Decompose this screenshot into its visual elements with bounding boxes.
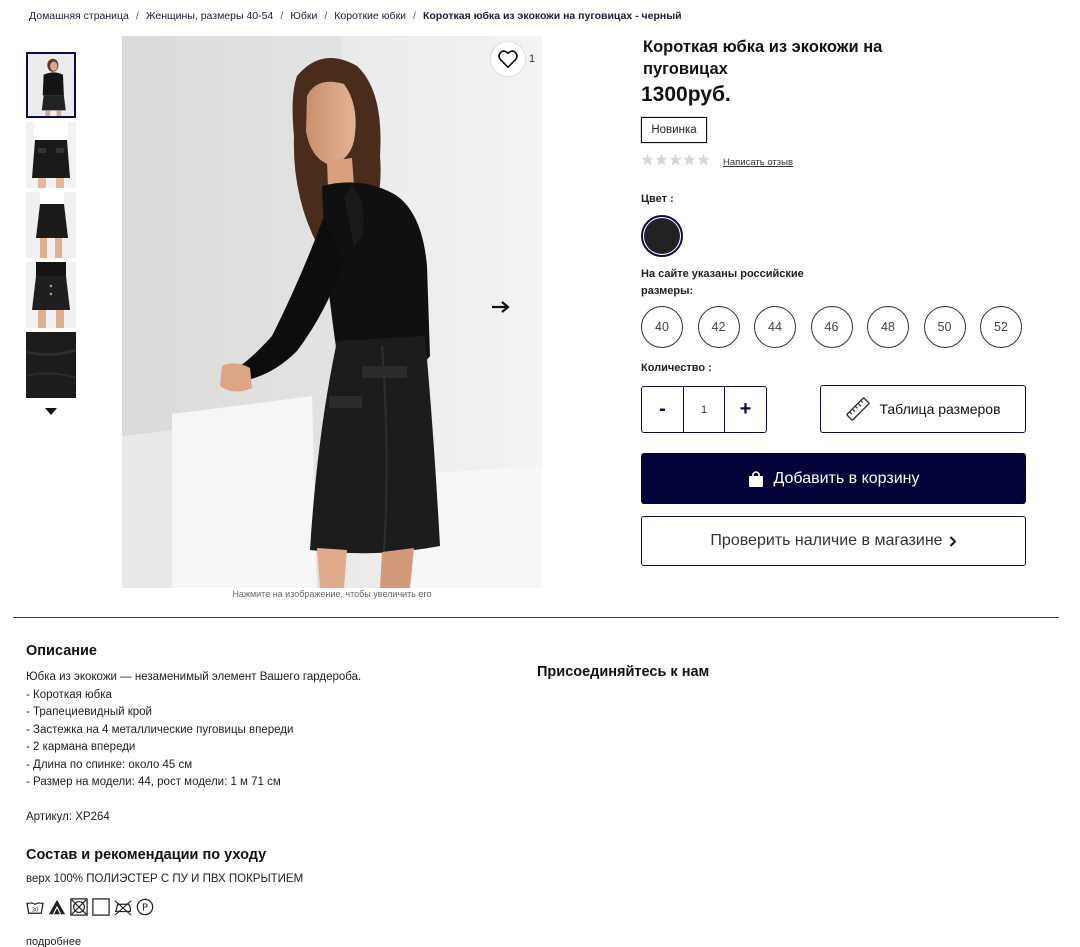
star-icon: [655, 153, 668, 166]
size-option[interactable]: 52: [980, 306, 1022, 348]
care-icons: 30 P: [26, 898, 154, 916]
star-icon: [697, 153, 710, 166]
description-heading: Описание: [26, 643, 97, 659]
check-store-button[interactable]: Проверить наличие в магазине: [641, 516, 1026, 566]
product-main-image[interactable]: [122, 36, 542, 588]
new-badge: Новинка: [641, 117, 707, 143]
bleach-icon: [48, 899, 66, 915]
size-option[interactable]: 40: [641, 306, 683, 348]
thumbnails-down-icon[interactable]: [45, 408, 57, 416]
svg-text:P: P: [142, 903, 148, 914]
chevron-right-icon: [949, 535, 956, 547]
breadcrumb-current: Короткая юбка из экокожи на пуговицах - …: [422, 10, 682, 22]
write-review-link[interactable]: Написать отзыв: [723, 157, 793, 168]
thumbnail-5[interactable]: [26, 332, 76, 398]
description-line: - Трапециевидный крой: [26, 706, 152, 718]
description-body: Юбка из экокожи — незаменимый элемент Ва…: [26, 669, 486, 827]
dry-clean-p-icon: P: [136, 898, 154, 916]
quantity-decrease-button[interactable]: -: [642, 387, 683, 432]
dry-flat-icon: [92, 898, 110, 916]
breadcrumb-skirts[interactable]: Юбки: [290, 10, 317, 22]
quantity-label: Количество :: [641, 362, 712, 374]
product-sku: Артикул: XP264: [26, 811, 110, 823]
size-note: На сайте указаны российские размеры:: [641, 268, 804, 297]
star-icon: [669, 153, 682, 166]
description-line: - Застежка на 4 металлические пуговицы в…: [26, 723, 294, 736]
thumbnail-2[interactable]: [26, 122, 76, 188]
heart-icon: [498, 50, 518, 68]
next-image-arrow-icon[interactable]: [492, 300, 510, 314]
breadcrumb-women[interactable]: Женщины, размеры 40-54: [146, 10, 273, 22]
color-label: Цвет :: [641, 193, 674, 205]
svg-text:30: 30: [32, 908, 39, 914]
favorite-count: 1: [529, 53, 536, 65]
care-more-link[interactable]: подробнее: [26, 936, 81, 947]
size-option[interactable]: 44: [754, 306, 796, 348]
thumbnail-1[interactable]: [26, 52, 76, 118]
iron-icon: [114, 900, 132, 916]
star-icon: [683, 153, 696, 166]
size-selector: 40 42 44 46 48 50 52: [641, 306, 1022, 348]
thumbnail-list: [26, 52, 76, 402]
description-line: - Длина по спинке: около 45 см: [26, 758, 193, 771]
size-option[interactable]: 46: [810, 306, 853, 348]
favorite-button[interactable]: [490, 41, 526, 77]
join-us-heading: Присоединяйтесь к нам: [537, 664, 710, 680]
composition-text: верх 100% ПОЛИЭСТЕР С ПУ И ПВХ ПОКРЫТИЕМ: [26, 873, 304, 885]
quantity-stepper: - 1 +: [641, 386, 767, 433]
zoom-hint: Нажмите на изображение, чтобы увеличить …: [232, 589, 432, 599]
section-divider: [13, 617, 1059, 618]
add-to-cart-label: Добавить в корзину: [773, 469, 920, 487]
size-option[interactable]: 48: [867, 306, 909, 348]
star-icon: [641, 153, 654, 166]
size-table-button[interactable]: Таблица размеров: [820, 385, 1026, 433]
quantity-input[interactable]: 1: [683, 387, 725, 432]
breadcrumb-home[interactable]: Домашняя страница: [29, 10, 129, 22]
no-tumble-dry-icon: [70, 898, 88, 916]
ruler-icon: [846, 397, 871, 421]
description-line: - Короткая юбка: [26, 688, 112, 701]
quantity-increase-button[interactable]: +: [725, 387, 766, 432]
breadcrumb-separator: /: [280, 10, 284, 22]
description-line: - 2 кармана впереди: [26, 741, 136, 753]
size-option[interactable]: 50: [923, 306, 966, 348]
check-store-label: Проверить наличие в магазине: [710, 532, 943, 549]
color-swatch-fill: [644, 218, 680, 254]
wash-30-icon: 30: [26, 902, 44, 914]
add-to-cart-button[interactable]: Добавить в корзину: [641, 453, 1026, 504]
product-title: Короткая юбка из экокожи на пуговицах: [643, 38, 883, 78]
breadcrumb-separator: /: [413, 10, 416, 22]
breadcrumb: Домашняя страница / Женщины, размеры 40-54…: [29, 10, 682, 22]
thumbnail-3[interactable]: [26, 192, 76, 258]
product-price: 1300руб.: [641, 83, 731, 106]
description-line: Юбка из экокожи — незаменимый элемент Ва…: [26, 671, 362, 683]
care-heading: Состав и рекомендации по уходу: [26, 847, 267, 863]
thumbnail-4[interactable]: [26, 262, 76, 328]
rating-stars: [641, 153, 710, 166]
description-line: - Размер на модели: 44, рост модели: 1 м…: [26, 776, 281, 788]
size-option[interactable]: 42: [697, 306, 740, 348]
color-swatch-black[interactable]: [641, 215, 683, 257]
breadcrumb-separator: /: [324, 10, 328, 22]
size-table-label: Таблица размеров: [879, 401, 1001, 417]
breadcrumb-short-skirts[interactable]: Короткие юбки: [334, 10, 406, 22]
breadcrumb-separator: /: [135, 10, 139, 22]
shopping-bag-icon: [749, 470, 764, 487]
